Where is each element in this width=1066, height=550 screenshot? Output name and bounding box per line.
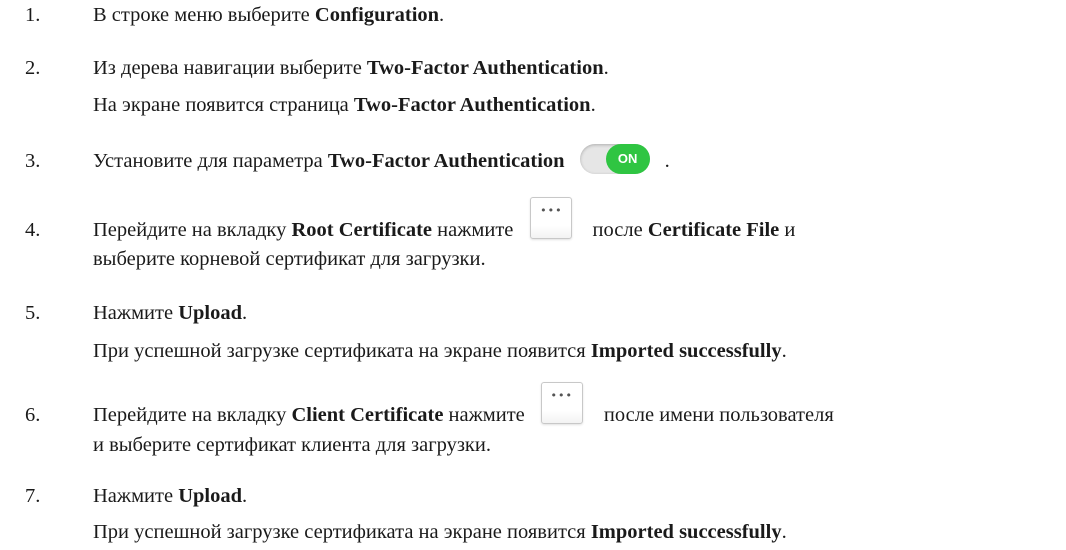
step-text: Нажмите Upload. bbox=[93, 485, 248, 507]
step-text: Перейдите на вкладку Client Certificate … bbox=[93, 382, 834, 427]
toggle-on-label: ON bbox=[605, 144, 650, 174]
step-text: Перейдите на вкладку Root Certificate на… bbox=[93, 197, 795, 242]
step-text: В строке меню выберите Configuration. bbox=[93, 4, 445, 26]
step-number: 5. bbox=[25, 302, 41, 324]
step-number: 6. bbox=[25, 404, 41, 426]
step-number: 3. bbox=[25, 150, 41, 172]
ellipsis-button-icon: ••• bbox=[540, 382, 583, 424]
step-number: 4. bbox=[25, 219, 41, 241]
step-text: Из дерева навигации выберите Two-Factor … bbox=[93, 57, 609, 79]
toggle-on-icon: ON bbox=[579, 144, 650, 174]
step-number: 7. bbox=[25, 485, 41, 507]
step-text: Установите для параметра Two-Factor Auth… bbox=[93, 144, 670, 174]
step-note: На экране появится страница Two-Factor A… bbox=[93, 94, 596, 116]
step-note: При успешной загрузке сертификата на экр… bbox=[93, 340, 787, 362]
step-note: При успешной загрузке сертификата на экр… bbox=[93, 521, 787, 543]
step-text-continued: выберите корневой сертификат для загрузк… bbox=[93, 248, 486, 270]
step-number: 2. bbox=[25, 57, 41, 79]
step-text: Нажмите Upload. bbox=[93, 302, 248, 324]
step-text-continued: и выберите сертификат клиента для загруз… bbox=[93, 434, 491, 456]
step-number: 1. bbox=[25, 4, 41, 26]
ellipsis-button-icon: ••• bbox=[530, 197, 573, 239]
